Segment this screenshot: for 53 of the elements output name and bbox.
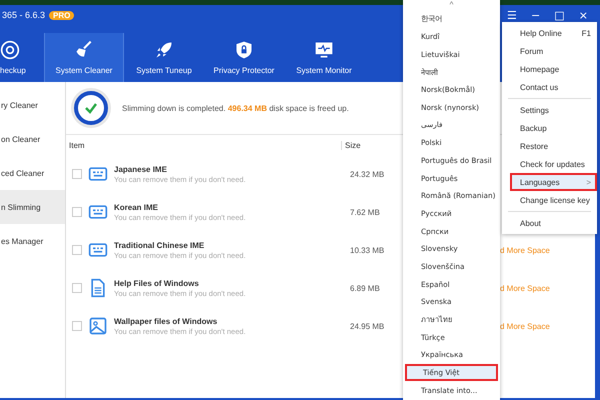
column-header: Item — [68, 140, 86, 150]
item-title: Help Files of Windows — [114, 278, 200, 288]
pro-badge: PRO — [49, 10, 74, 20]
monitor-icon — [314, 40, 334, 60]
window-control[interactable]: − — [528, 8, 542, 22]
item-title: Japanese IME — [114, 164, 168, 174]
shortcut-label: F1 — [582, 28, 591, 38]
checkbox[interactable] — [72, 169, 82, 179]
nav-tab[interactable]: System Tuneup — [124, 33, 204, 82]
menu-item[interactable]: Change license key — [502, 191, 597, 209]
item-size: 7.62 MB — [350, 208, 380, 216]
menu-item[interactable]: Check for updates — [502, 155, 597, 173]
rocket-icon — [154, 40, 174, 60]
scroll-up-arrow[interactable]: ^ — [403, 0, 500, 10]
image-icon — [88, 316, 108, 336]
nav-tab[interactable]: heckup — [0, 33, 32, 82]
item-size: 10.33 MB — [350, 246, 384, 254]
shield-lock-icon — [234, 40, 254, 60]
menu-item[interactable]: Languages > — [510, 173, 597, 191]
completion-message: Slimming down is completed. 496.34 MB disk space is freed up. — [122, 104, 349, 112]
menu-item[interactable]: About — [502, 214, 597, 232]
menu-item[interactable]: Backup — [502, 119, 597, 137]
window-title: 365 - 6.6.3 — [2, 10, 46, 20]
submenu-arrow: > — [586, 178, 591, 186]
window-control[interactable]: □ — [552, 8, 567, 22]
item-title: Korean IME — [114, 202, 160, 212]
checkbox[interactable] — [72, 283, 82, 293]
menu-item[interactable]: Help Online F1 — [502, 24, 597, 42]
item-size: 24.32 MB — [350, 170, 384, 178]
nav-tab[interactable]: System Cleaner — [44, 33, 124, 82]
sidebar-item[interactable]: ry Cleaner — [0, 88, 65, 122]
window-control[interactable]: ☰ — [505, 8, 519, 22]
menu-item[interactable]: Restore — [502, 137, 597, 155]
window-control[interactable]: × — [576, 8, 590, 22]
menu-item[interactable]: Contact us — [502, 78, 597, 96]
menu-item[interactable]: Settings — [502, 101, 597, 119]
nav-tab[interactable]: Privacy Protector — [204, 33, 284, 82]
sidebar-item[interactable]: ced Cleaner — [0, 156, 65, 190]
checkbox[interactable] — [72, 245, 82, 255]
item-title: Wallpaper files of Windows — [114, 316, 218, 326]
sidebar-item[interactable]: on Cleaner — [0, 122, 65, 156]
nav-tab[interactable]: System Monitor — [284, 33, 364, 82]
check-icon — [74, 91, 108, 125]
sidebar-item[interactable]: es Manager — [0, 224, 65, 258]
checkbox[interactable] — [72, 321, 82, 331]
menu-item[interactable]: Forum — [502, 42, 597, 60]
menu-item[interactable]: Homepage — [502, 60, 597, 78]
checkbox[interactable] — [72, 207, 82, 217]
item-size: 24.95 MB — [350, 322, 384, 330]
target-icon — [0, 40, 20, 60]
item-size: 6.89 MB — [350, 284, 380, 292]
item-title: Traditional Chinese IME — [114, 240, 206, 250]
sidebar-item[interactable]: n Slimming — [0, 190, 65, 224]
